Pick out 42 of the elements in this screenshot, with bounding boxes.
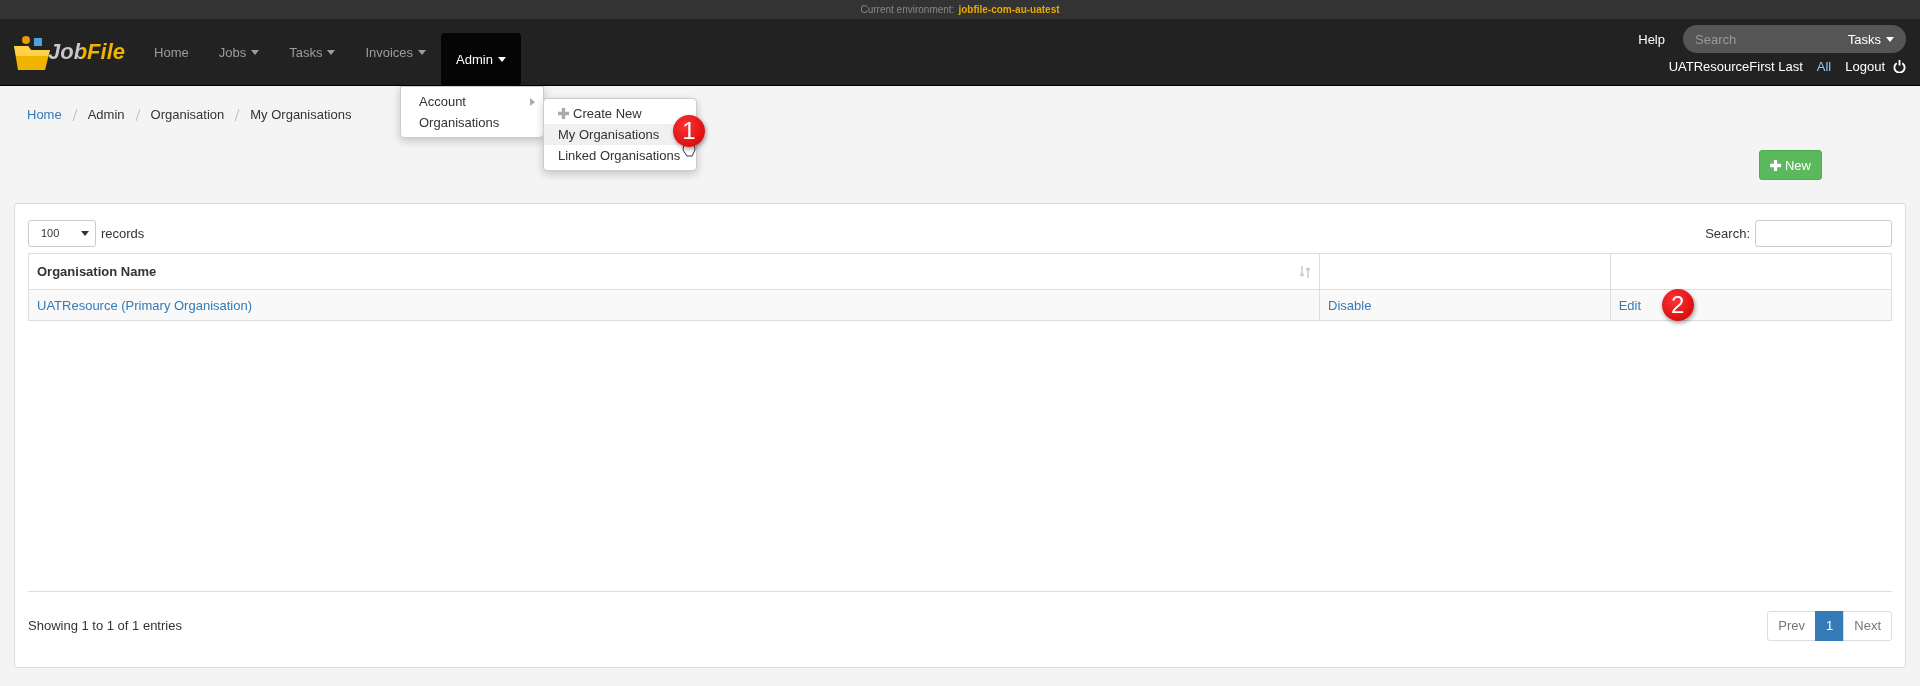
column-header[interactable]: Organisation Name (28, 253, 1320, 290)
search-field[interactable]: Search Tasks (1683, 25, 1906, 53)
search-label: Search: (1705, 225, 1750, 241)
page-button[interactable]: Prev (1767, 610, 1817, 641)
slash-separator-icon (234, 109, 241, 121)
search-field[interactable] (1755, 219, 1892, 247)
environment-label: Current environment: (860, 4, 955, 15)
plus-icon (1770, 159, 1781, 171)
nav-menu-item[interactable]: Home (139, 44, 204, 60)
user-name: UATResourceFirst Last (1668, 59, 1803, 74)
nav-menu-item[interactable]: Invoices (350, 44, 442, 60)
plus-icon (558, 108, 569, 119)
breadcrumb-item[interactable]: Organisation (150, 107, 225, 122)
help-link[interactable]: Help (1638, 31, 1665, 47)
sort-icon (1299, 266, 1312, 278)
edit-link[interactable]: Edit (1618, 297, 1642, 313)
menu-item[interactable]: Organisations (401, 112, 543, 133)
disable-link[interactable]: Disable (1328, 297, 1372, 313)
step-badge: 1 (673, 115, 705, 147)
breadcrumb-item[interactable]: Admin (87, 107, 125, 122)
environment-name: jobfile-com-au-uatest (958, 4, 1060, 15)
power-icon (1893, 60, 1906, 73)
step-badge: 2 (1661, 289, 1694, 321)
organisation-link[interactable]: UATResource (Primary Organisation) (37, 297, 253, 313)
all-link[interactable]: All (1816, 59, 1832, 74)
menu-item[interactable]: Account (401, 91, 543, 112)
search-scope-dropdown[interactable]: Tasks (1847, 31, 1894, 47)
slash-separator-icon (134, 109, 141, 121)
records-label: records (101, 225, 145, 241)
caret-icon (1886, 36, 1894, 42)
nav-menu-item[interactable]: Admin (441, 33, 521, 86)
breadcrumb-item[interactable]: Home (27, 107, 62, 122)
page-button[interactable]: 1 (1815, 610, 1845, 641)
nav-menu-item[interactable]: Jobs (203, 44, 275, 60)
breadcrumb-item[interactable]: My Organisations (250, 107, 352, 122)
page-size-select[interactable]: 100 (28, 219, 96, 247)
logout-link[interactable]: Logout (1845, 59, 1906, 74)
caret-icon (81, 230, 89, 236)
slash-separator-icon (71, 109, 78, 121)
page-button[interactable]: Next (1843, 610, 1892, 641)
entries-summary: Showing 1 to 1 of 1 entries (28, 618, 182, 633)
nav-menu-item[interactable]: Tasks (274, 44, 351, 60)
